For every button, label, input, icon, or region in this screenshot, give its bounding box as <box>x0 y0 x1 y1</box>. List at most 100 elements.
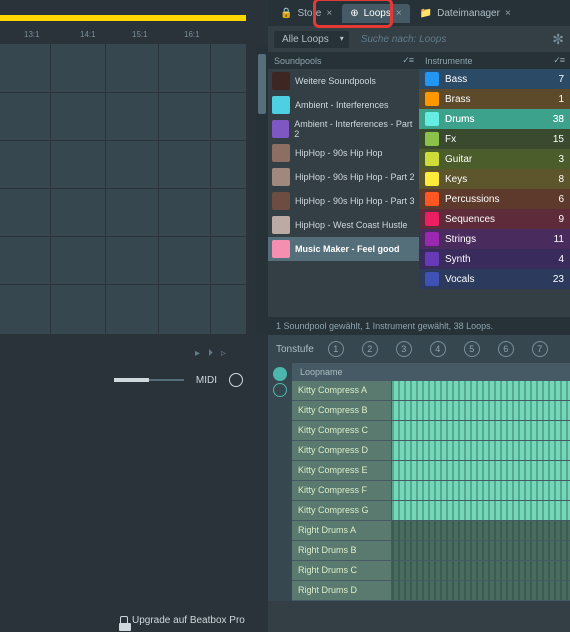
soundpool-item[interactable]: Ambient - Interferences - Part 2 <box>268 117 419 141</box>
instrument-count: 1 <box>558 94 564 105</box>
instrument-item[interactable]: Vocals23 <box>419 269 570 289</box>
link-icon[interactable] <box>273 383 287 397</box>
instrument-item[interactable]: Guitar3 <box>419 149 570 169</box>
tonstufe-step[interactable]: 7 <box>532 341 548 357</box>
close-icon[interactable]: × <box>396 8 402 19</box>
soundpool-item[interactable]: Weitere Soundpools <box>268 69 419 93</box>
loop-rows: Kitty Compress AKitty Compress BKitty Co… <box>292 381 570 601</box>
check-icon[interactable]: ✓≡ <box>402 55 413 66</box>
tab-icon: ⊕ <box>350 8 358 19</box>
instrument-item[interactable]: Keys8 <box>419 169 570 189</box>
soundpool-label: Ambient - Interferences - Part 2 <box>294 119 415 139</box>
instrument-count: 9 <box>558 214 564 225</box>
waveform[interactable] <box>392 401 570 420</box>
timeline-panel: 13:1 14:1 15:1 16:1 ▸ ⏵ ▹ MIDI Upgrade a… <box>0 0 268 632</box>
instrument-item[interactable]: Percussions 6 <box>419 189 570 209</box>
timeline-ruler[interactable]: 13:1 14:1 15:1 16:1 <box>0 24 246 42</box>
track-grid[interactable] <box>0 44 246 334</box>
loop-row[interactable]: Kitty Compress E <box>292 461 570 481</box>
soundpool-item[interactable]: HipHop - 90s Hip Hop <box>268 141 419 165</box>
ruler-tick: 15:1 <box>132 30 148 39</box>
instrument-icon <box>425 112 439 126</box>
tonstufe-step[interactable]: 2 <box>362 341 378 357</box>
thumbnail-icon <box>272 120 289 138</box>
instrument-label: Drums <box>445 114 474 125</box>
instrument-label: Percussions <box>445 194 499 205</box>
thumbnail-icon <box>272 192 290 210</box>
tab-bar: 🔒Store×⊕Loops×📁Dateimanager× <box>268 0 570 26</box>
check-icon[interactable]: ✓≡ <box>553 55 564 66</box>
loop-row[interactable]: Kitty Compress B <box>292 401 570 421</box>
instrument-item[interactable]: Drums38 <box>419 109 570 129</box>
instrument-item[interactable]: Fx15 <box>419 129 570 149</box>
waveform[interactable] <box>392 581 570 600</box>
close-icon[interactable]: × <box>505 8 511 19</box>
soundpool-item[interactable]: Ambient - Interferences <box>268 93 419 117</box>
instruments-column: Instrumente ✓≡ Bass7Brass1Drums38Fx15Gui… <box>419 52 570 317</box>
instrument-item[interactable]: Bass7 <box>419 69 570 89</box>
loop-name: Right Drums D <box>292 581 392 600</box>
waveform[interactable] <box>392 541 570 560</box>
search-icon[interactable] <box>229 373 243 387</box>
instrument-icon <box>425 92 439 106</box>
instrument-label: Vocals <box>445 274 474 285</box>
tab-store[interactable]: 🔒Store× <box>272 4 340 23</box>
instrument-label: Brass <box>445 94 471 105</box>
link-icon[interactable] <box>273 367 287 381</box>
waveform[interactable] <box>392 521 570 540</box>
instrument-count: 6 <box>558 194 564 205</box>
tab-loops[interactable]: ⊕Loops× <box>342 4 409 23</box>
vertical-scrollbar[interactable] <box>256 44 268 334</box>
instrument-item[interactable]: Synth4 <box>419 249 570 269</box>
instrument-count: 3 <box>558 154 564 165</box>
timeline-region[interactable] <box>0 15 246 21</box>
soundpool-label: Weitere Soundpools <box>295 76 376 86</box>
loop-row[interactable]: Kitty Compress D <box>292 441 570 461</box>
thumbnail-icon <box>272 96 290 114</box>
tonstufe-step[interactable]: 3 <box>396 341 412 357</box>
loops-filter-dropdown[interactable]: Alle Loops <box>274 31 349 48</box>
upgrade-link[interactable]: Upgrade auf Beatbox Pro <box>120 615 245 626</box>
loop-row[interactable]: Right Drums A <box>292 521 570 541</box>
loop-row[interactable]: Right Drums D <box>292 581 570 601</box>
loop-name: Right Drums A <box>292 521 392 540</box>
tonstufe-step[interactable]: 4 <box>430 341 446 357</box>
loop-row[interactable]: Kitty Compress A <box>292 381 570 401</box>
instrument-item[interactable]: Sequences9 <box>419 209 570 229</box>
play-icon[interactable]: ⏵ <box>208 348 213 359</box>
tonstufe-step[interactable]: 1 <box>328 341 344 357</box>
loop-row[interactable]: Right Drums B <box>292 541 570 561</box>
tonstufe-step[interactable]: 5 <box>464 341 480 357</box>
thumbnail-icon <box>272 216 290 234</box>
waveform[interactable] <box>392 461 570 480</box>
waveform[interactable] <box>392 481 570 500</box>
soundpool-item[interactable]: HipHop - West Coast Hustle <box>268 213 419 237</box>
soundpool-item[interactable]: HipHop - 90s Hip Hop - Part 3 <box>268 189 419 213</box>
instrument-item[interactable]: Brass 1 <box>419 89 570 109</box>
waveform[interactable] <box>392 501 570 520</box>
waveform[interactable] <box>392 421 570 440</box>
tonstufe-step[interactable]: 6 <box>498 341 514 357</box>
ruler-tick: 16:1 <box>184 30 200 39</box>
close-icon[interactable]: × <box>326 8 332 19</box>
upgrade-label: Upgrade auf Beatbox Pro <box>132 615 245 626</box>
loop-row[interactable]: Right Drums C <box>292 561 570 581</box>
loop-row[interactable]: Kitty Compress C <box>292 421 570 441</box>
waveform[interactable] <box>392 441 570 460</box>
waveform[interactable] <box>392 561 570 580</box>
waveform[interactable] <box>392 381 570 400</box>
play-icon[interactable]: ▸ <box>195 348 200 359</box>
thumbnail-icon <box>272 144 290 162</box>
search-input[interactable]: Suche nach: Loops <box>355 34 547 45</box>
loop-row[interactable]: Kitty Compress G <box>292 501 570 521</box>
gear-icon[interactable]: ✼ <box>552 31 564 48</box>
soundpool-item[interactable]: HipHop - 90s Hip Hop - Part 2 <box>268 165 419 189</box>
zoom-slider[interactable] <box>114 379 184 381</box>
loop-row[interactable]: Kitty Compress F <box>292 481 570 501</box>
tonstufe-label: Tonstufe <box>276 344 314 355</box>
tab-dateimanager[interactable]: 📁Dateimanager× <box>412 4 519 23</box>
loop-name: Kitty Compress C <box>292 421 392 440</box>
play-icon[interactable]: ▹ <box>221 348 226 359</box>
instrument-item[interactable]: Strings11 <box>419 229 570 249</box>
soundpool-item[interactable]: Music Maker - Feel good <box>268 237 419 261</box>
